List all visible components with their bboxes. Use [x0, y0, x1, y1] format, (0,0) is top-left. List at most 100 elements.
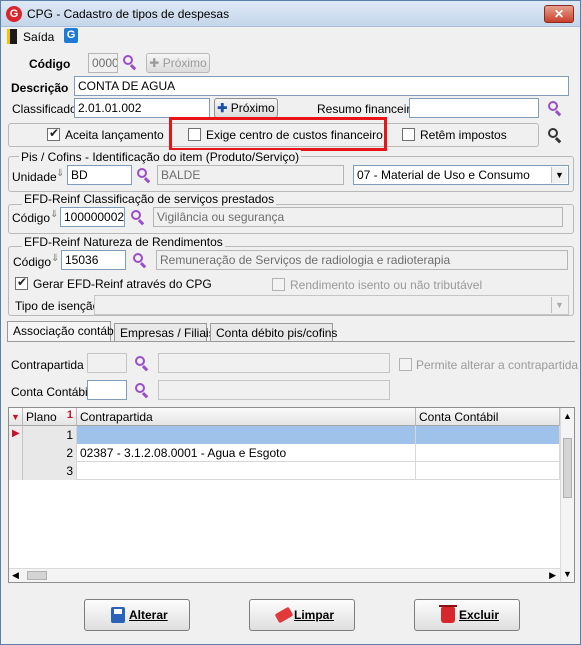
table-row[interactable]: ▶ 1 [9, 426, 560, 444]
excluir-label: Excluir [459, 608, 500, 622]
proximo-codigo-label: Próximo [162, 56, 207, 70]
alterar-label: Alterar [129, 608, 168, 622]
descricao-label: Descrição [11, 81, 69, 95]
proximo-codigo-button[interactable]: ✚ Próximo [146, 53, 210, 73]
horizontal-scrollbar[interactable]: ◀ ▶ [9, 568, 560, 582]
check-icon: ✔ [17, 275, 28, 289]
tab-associacao-contabil[interactable]: Associação contábil [7, 321, 119, 341]
conta-contabil-label: Conta Contábil [11, 385, 91, 399]
header-conta-contabil[interactable]: Conta Contábil [416, 408, 560, 426]
conta-contabil-input[interactable] [87, 380, 127, 400]
tab-empresas-filiais[interactable]: Empresas / Filiais [114, 323, 215, 341]
cell-plano: 3 [23, 462, 77, 480]
app-logo-icon: G [6, 6, 22, 22]
cell-plano: 2 [23, 444, 77, 462]
limpar-label: Limpar [294, 608, 335, 622]
codigo-input[interactable]: 00004 [88, 53, 118, 73]
window-title: CPG - Cadastro de tipos de despesas [27, 7, 230, 21]
sort-indicator-icon[interactable]: ▼ [9, 408, 23, 426]
contrapartida-search-icon[interactable] [134, 355, 150, 372]
aceita-lancamento-label: Aceita lançamento [65, 128, 164, 142]
hscroll-thumb[interactable] [27, 571, 47, 580]
excluir-button[interactable]: Excluir [414, 599, 520, 631]
cell-conta-contabil[interactable] [416, 426, 560, 444]
scroll-up-icon[interactable]: ▲ [563, 411, 572, 421]
cell-contrapartida[interactable] [77, 462, 416, 480]
unidade-input[interactable]: BD [67, 165, 132, 185]
tipo-item-select[interactable]: 07 - Material de Uso e Consumo ▼ [353, 165, 569, 185]
contrapartida-label: Contrapartida [11, 358, 84, 372]
exit-button[interactable]: Saída [23, 30, 54, 44]
cell-conta-contabil[interactable] [416, 444, 560, 462]
classificador-input[interactable]: 2.01.01.002 [74, 98, 210, 118]
tab-conta-debito[interactable]: Conta débito pis/cofins [210, 323, 337, 341]
required-marker-icon: ⇓ [51, 253, 60, 264]
resumo-search-icon[interactable] [547, 100, 563, 117]
gerar-efd-checkbox[interactable]: ✔ [15, 275, 28, 290]
vertical-scrollbar[interactable]: ▲ ▼ [560, 408, 574, 582]
trash-icon [439, 605, 457, 623]
classificador-label: Classificador [12, 102, 81, 116]
scroll-right-icon[interactable]: ▶ [549, 570, 556, 581]
cell-contrapartida[interactable] [77, 426, 416, 444]
conta-contabil-search-icon[interactable] [134, 382, 150, 399]
efd-nat-codigo-input[interactable]: 15036 [61, 250, 126, 270]
table-row[interactable]: 2 02387 - 3.1.2.08.0001 - Agua e Esgoto [9, 444, 560, 462]
current-row-icon: ▶ [12, 428, 20, 439]
gerar-efd-label: Gerar EFD-Reinf através do CPG [33, 277, 212, 291]
efd-class-codigo-input[interactable]: 100000002 [60, 207, 125, 227]
aceita-lancamento-checkbox[interactable]: ✔ [47, 126, 60, 141]
codigo-search-icon[interactable] [122, 54, 138, 71]
tipo-isencao-select[interactable]: ▼ [94, 295, 569, 315]
efd-classificacao-title: EFD-Reinf Classificação de serviços pres… [22, 192, 277, 206]
tipo-isencao-label: Tipo de isenção [15, 299, 100, 313]
efd-nat-codigo-label: Código [13, 255, 52, 269]
scroll-left-icon[interactable]: ◀ [12, 570, 19, 581]
resumo-financeiro-label: Resumo financeiro [317, 102, 418, 116]
tab-divider [7, 341, 575, 342]
rendimento-isento-label: Rendimento isento ou não tributável [290, 278, 483, 292]
eraser-icon [274, 606, 294, 624]
contrapartida-input[interactable] [87, 353, 127, 373]
scroll-down-icon[interactable]: ▼ [563, 569, 572, 579]
chevron-down-icon[interactable]: ▼ [551, 167, 567, 183]
descricao-input[interactable]: CONTA DE AGUA [74, 76, 569, 96]
cell-conta-contabil[interactable] [416, 462, 560, 480]
conta-contabil-description [158, 380, 390, 400]
contrapartida-description [158, 353, 390, 373]
zoom-search-icon[interactable] [547, 127, 563, 144]
chevron-down-icon[interactable]: ▼ [551, 297, 567, 313]
efd-nat-search-icon[interactable] [132, 252, 148, 269]
retem-impostos-label: Retêm impostos [420, 128, 507, 142]
table-row[interactable]: 3 [9, 462, 560, 480]
row-indicator [9, 462, 23, 480]
app-g-icon[interactable]: G [64, 28, 78, 43]
unidade-description: BALDE [157, 165, 344, 185]
cell-contrapartida[interactable]: 02387 - 3.1.2.08.0001 - Agua e Esgoto [77, 444, 416, 462]
proximo-classificador-label: Próximo [230, 101, 275, 115]
close-button[interactable]: ✕ [544, 5, 574, 23]
retem-impostos-checkbox[interactable] [402, 128, 415, 141]
efd-class-search-icon[interactable] [130, 209, 146, 226]
main-window: G CPG - Cadastro de tipos de despesas ✕ … [0, 0, 581, 645]
header-contrapartida[interactable]: Contrapartida [77, 408, 416, 426]
efd-class-description: Vigilância ou segurança [153, 207, 563, 227]
header-plano[interactable]: Plano 1 [23, 408, 77, 426]
required-marker-icon: ⇓ [50, 209, 59, 220]
scroll-thumb[interactable] [563, 438, 572, 498]
permite-alterar-label: Permite alterar a contrapartida [416, 358, 579, 372]
plus-icon: ✚ [217, 101, 231, 115]
rendimento-isento-checkbox[interactable] [272, 278, 285, 291]
grid-header: ▼ Plano 1 Contrapartida Conta Contábil [9, 408, 574, 426]
proximo-classificador-button[interactable]: ✚ Próximo [214, 98, 278, 118]
limpar-button[interactable]: Limpar [249, 599, 355, 631]
resumo-financeiro-input[interactable] [409, 98, 539, 118]
tipo-item-value: 07 - Material de Uso e Consumo [357, 168, 530, 182]
alterar-button[interactable]: Alterar [84, 599, 190, 631]
red-highlight-box [169, 117, 387, 151]
permite-alterar-checkbox[interactable] [399, 358, 412, 371]
efd-natureza-title: EFD-Reinf Natureza de Rendimentos [22, 235, 225, 249]
row-indicator: ▶ [9, 426, 23, 444]
exit-door-icon[interactable] [7, 29, 17, 44]
unidade-search-icon[interactable] [136, 167, 152, 184]
